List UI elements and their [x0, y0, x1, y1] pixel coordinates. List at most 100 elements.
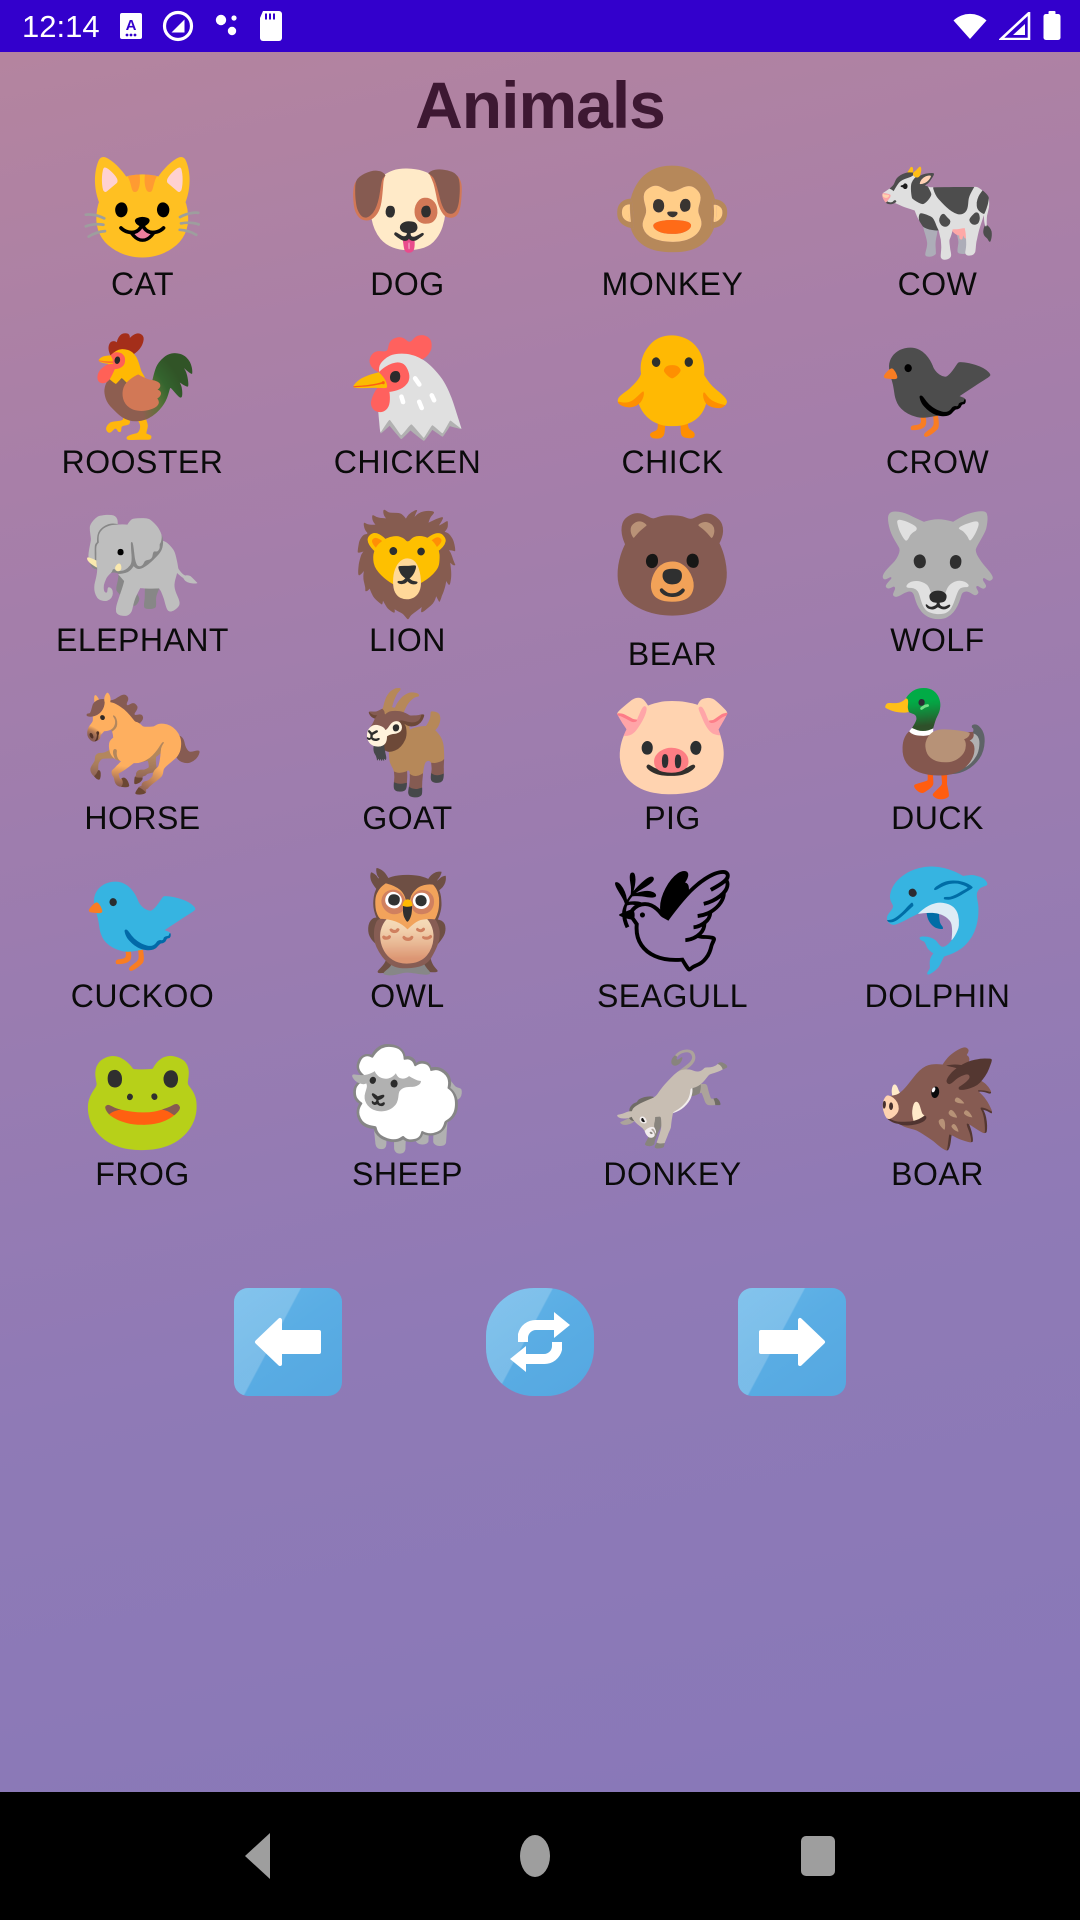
boar-emoji: 🐗	[875, 1042, 1000, 1155]
grid-item[interactable]: 🦁 LION	[275, 506, 540, 684]
android-recents-button[interactable]	[800, 1836, 835, 1876]
grid-item[interactable]: 🐄 COW	[805, 150, 1070, 328]
grid-item[interactable]: 🐔 CHICKEN	[275, 328, 540, 506]
status-clock: 12:14	[22, 8, 100, 44]
grid-item-label: DONKEY	[603, 1155, 742, 1192]
status-bar-left: 12:14 A	[22, 10, 282, 42]
cow-emoji: 🐄	[875, 152, 1000, 265]
grid-item[interactable]: 🐬 DOLPHIN	[805, 862, 1070, 1040]
grid-item-label: BOAR	[891, 1155, 984, 1192]
android-home-button[interactable]	[520, 1835, 551, 1877]
bear-emoji: 🐻	[610, 508, 735, 621]
pig-emoji: 🐷	[610, 686, 735, 799]
wolf-emoji: 🐺	[875, 508, 1000, 621]
grid-item[interactable]: 🦉 OWL	[275, 862, 540, 1040]
grid-item[interactable]: 🐵 MONKEY	[540, 150, 805, 328]
grid-item-label: BEAR	[627, 635, 718, 672]
grid-item-label: DUCK	[891, 799, 984, 836]
previous-page-button[interactable]	[234, 1287, 342, 1396]
sd-card-icon	[259, 11, 282, 41]
grid-item[interactable]: 🐑 SHEEP	[275, 1040, 540, 1218]
grid-item[interactable]: 😺 CAT	[10, 150, 275, 328]
dolphin-emoji: 🐬	[875, 864, 1000, 977]
do-not-disturb-icon	[162, 10, 193, 42]
grid-item-label: FROG	[95, 1155, 190, 1192]
grid-item-label: SEAGULL	[596, 977, 749, 1014]
duck-emoji: 🦆	[875, 686, 1000, 799]
sheep-emoji: 🐑	[345, 1042, 470, 1155]
wifi-icon	[953, 13, 987, 39]
grid-item-label: HORSE	[84, 799, 201, 836]
monkey-emoji: 🐵	[610, 152, 735, 265]
grid-item[interactable]: 🦆 DUCK	[805, 684, 1070, 862]
phone-screen: 12:14 A Animals 😺 CAT 🐶 DOG 🐵 MONKEY 🐄 C…	[0, 0, 1080, 1920]
android-back-button[interactable]	[245, 1833, 271, 1879]
owl-emoji: 🦉	[345, 864, 470, 977]
donkey-emoji: 🫏	[610, 1042, 735, 1155]
grid-item-label: CHICK	[621, 443, 724, 480]
chick-emoji: 🐥	[610, 330, 735, 443]
grid-item[interactable]: 🐷 PIG	[540, 684, 805, 862]
grid-item-label: SHEEP	[352, 1155, 463, 1192]
arrow-right-icon	[759, 1317, 825, 1366]
animal-grid: 😺 CAT 🐶 DOG 🐵 MONKEY 🐄 COW 🐓 ROOSTER 🐔 C…	[0, 150, 1080, 1218]
seagull-emoji: 🕊	[609, 864, 736, 977]
grid-item[interactable]: 🐦 CUCKOO	[10, 862, 275, 1040]
grid-item-label: OWL	[370, 977, 445, 1014]
grid-item-label: CUCKOO	[70, 977, 215, 1014]
grid-item[interactable]: 🐶 DOG	[275, 150, 540, 328]
grid-item-label: CHICKEN	[333, 443, 482, 480]
grid-item-label: CROW	[885, 443, 990, 480]
grid-item-label: MONKEY	[601, 265, 744, 302]
dog-emoji: 🐶	[345, 152, 470, 265]
app-badge-icon: A	[119, 13, 142, 39]
grid-item-label: GOAT	[362, 799, 453, 836]
grid-item-label: LION	[369, 621, 446, 658]
grid-item[interactable]: 🐘 ELEPHANT	[10, 506, 275, 684]
elephant-emoji: 🐘	[80, 508, 205, 621]
page-title: Animals	[415, 68, 666, 142]
next-page-button[interactable]	[738, 1287, 846, 1396]
chicken-emoji: 🐔	[345, 330, 470, 443]
grid-item-label: WOLF	[890, 621, 985, 658]
grid-item-label: ELEPHANT	[56, 621, 229, 658]
cuckoo-emoji: 🐦	[80, 864, 205, 977]
grid-item[interactable]: 🐻 BEAR	[540, 506, 805, 684]
frog-emoji: 🐸	[80, 1042, 205, 1155]
grid-item-label: ROOSTER	[61, 443, 224, 480]
app-content: Animals 😺 CAT 🐶 DOG 🐵 MONKEY 🐄 COW 🐓 ROO…	[0, 52, 1080, 1792]
grid-item[interactable]: 🐦‍⬛ CROW	[805, 328, 1070, 506]
grid-item[interactable]: 🐥 CHICK	[540, 328, 805, 506]
grid-item-label: PIG	[644, 799, 701, 836]
shuffle-button[interactable]	[486, 1287, 594, 1396]
android-navigation-bar	[0, 1792, 1080, 1920]
grid-item[interactable]: 🐗 BOAR	[805, 1040, 1070, 1218]
grid-item[interactable]: 🫏 DONKEY	[540, 1040, 805, 1218]
grid-item-label: CAT	[110, 265, 175, 302]
grid-item[interactable]: 🐓 ROOSTER	[10, 328, 275, 506]
grid-item[interactable]: 🕊 SEAGULL	[540, 862, 805, 1040]
grid-item[interactable]: 🐺 WOLF	[805, 506, 1070, 684]
grid-item[interactable]: 🐸 FROG	[10, 1040, 275, 1218]
grid-item[interactable]: 🐐 GOAT	[275, 684, 540, 862]
grid-item-label: DOLPHIN	[864, 977, 1011, 1014]
cat-emoji: 😺	[80, 152, 205, 265]
recents-square-icon	[800, 1836, 835, 1876]
grid-item-label: DOG	[370, 265, 445, 302]
crow-emoji: 🐦‍⬛	[875, 330, 1000, 443]
bluetooth-dots-icon	[215, 14, 237, 36]
battery-icon	[1043, 11, 1061, 40]
status-bar: 12:14 A	[0, 0, 1080, 52]
horse-emoji: 🐎	[80, 686, 205, 799]
grid-item[interactable]: 🐎 HORSE	[10, 684, 275, 862]
svg-text:A: A	[125, 17, 136, 34]
shuffle-icon	[510, 1311, 570, 1372]
rooster-emoji: 🐓	[80, 330, 205, 443]
lion-emoji: 🦁	[345, 508, 470, 621]
back-triangle-icon	[245, 1833, 271, 1879]
home-circle-icon	[520, 1835, 551, 1877]
cell-signal-icon	[999, 12, 1031, 40]
navigation-controls	[0, 1287, 1080, 1396]
arrow-left-icon	[255, 1317, 321, 1366]
goat-emoji: 🐐	[345, 686, 470, 799]
